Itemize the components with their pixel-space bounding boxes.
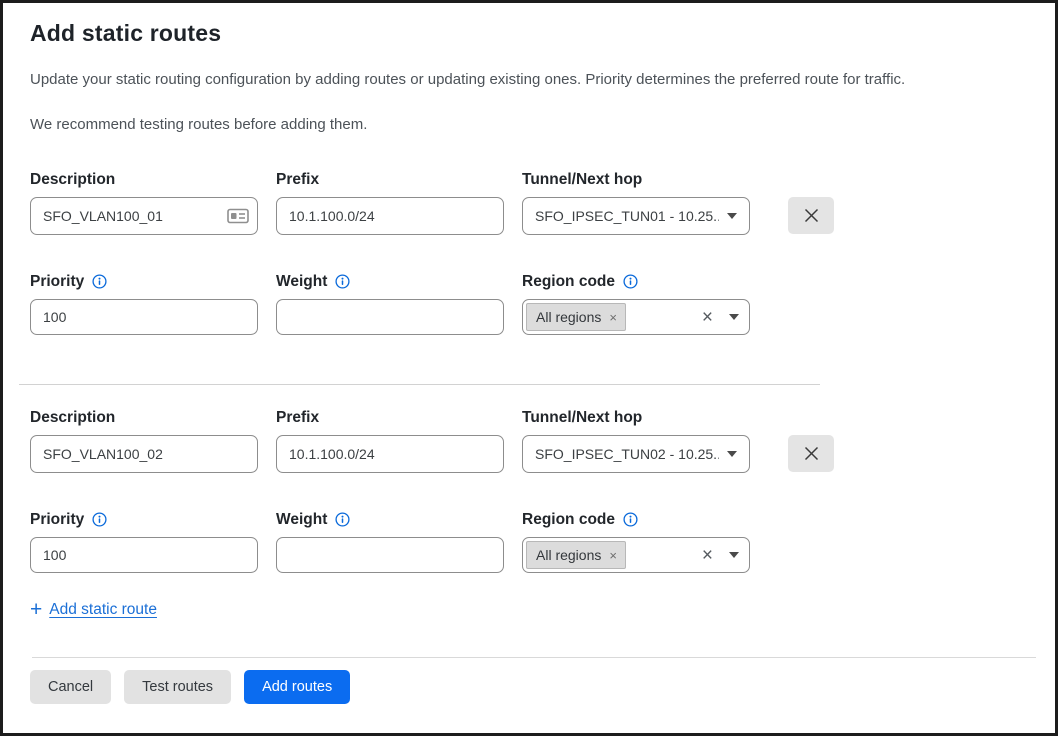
add-static-route-link[interactable]: + Add static route [30,599,157,620]
region-label: Region code [522,273,615,291]
route-section-1: Description Prefix Tunnel/Next hop [30,169,1049,335]
weight-field-group: Weight [276,271,504,335]
priority-field-group: Priority [30,509,258,573]
prefix-field-group: Prefix [276,169,504,235]
chevron-down-icon [727,213,737,219]
remove-route-button[interactable] [788,435,834,472]
prefix-field-group: Prefix [276,407,504,473]
description-input[interactable] [30,197,258,235]
description-label: Description [30,169,258,190]
chevron-down-icon [729,314,739,320]
chevron-down-icon [729,552,739,558]
tunnel-label: Tunnel/Next hop [522,169,750,190]
info-icon[interactable] [335,274,350,289]
info-icon[interactable] [623,274,638,289]
clear-icon[interactable]: × [702,308,713,327]
footer-actions: Cancel Test routes Add routes [30,670,1049,704]
close-icon [804,446,819,461]
tunnel-field-group: Tunnel/Next hop SFO_IPSEC_TUN02 - 10.25.… [522,407,750,473]
region-label: Region code [522,511,615,529]
cancel-button[interactable]: Cancel [30,670,111,704]
clear-icon[interactable]: × [702,546,713,565]
page-title: Add static routes [30,20,1049,47]
tunnel-select[interactable]: SFO_IPSEC_TUN02 - 10.25... [522,435,750,473]
recommendation-text: We recommend testing routes before addin… [30,116,1049,133]
intro-text: Update your static routing configuration… [30,71,1049,88]
description-field-group: Description [30,169,258,235]
route-section-2: Description Prefix Tunnel/Next hop SFO_I… [30,407,1049,573]
test-routes-button[interactable]: Test routes [124,670,231,704]
tunnel-field-group: Tunnel/Next hop SFO_IPSEC_TUN01 - 10.25.… [522,169,750,235]
close-icon [804,208,819,223]
priority-input[interactable] [30,299,258,335]
region-chip-label: All regions [536,547,601,563]
weight-input[interactable] [276,537,504,573]
info-icon[interactable] [92,274,107,289]
prefix-input[interactable] [276,435,504,473]
description-field-group: Description [30,407,258,473]
info-icon[interactable] [623,512,638,527]
plus-icon: + [30,599,42,620]
weight-label: Weight [276,511,327,529]
chip-remove-icon[interactable]: × [609,311,617,324]
info-icon[interactable] [335,512,350,527]
region-chip[interactable]: All regions × [526,541,626,569]
weight-input[interactable] [276,299,504,335]
weight-field-group: Weight [276,509,504,573]
add-routes-button[interactable]: Add routes [244,670,350,704]
region-select[interactable]: All regions × × [522,299,750,335]
prefix-input[interactable] [276,197,504,235]
region-chip-label: All regions [536,309,601,325]
tunnel-selected-value: SFO_IPSEC_TUN02 - 10.25... [535,446,719,462]
prefix-label: Prefix [276,407,504,428]
section-divider [19,384,820,385]
autofill-card-icon[interactable] [227,208,249,224]
add-static-route-label: Add static route [49,601,157,619]
description-input[interactable] [30,435,258,473]
footer-divider [32,657,1036,658]
remove-route-button[interactable] [788,197,834,234]
chevron-down-icon [727,451,737,457]
priority-field-group: Priority [30,271,258,335]
region-chip[interactable]: All regions × [526,303,626,331]
tunnel-label: Tunnel/Next hop [522,407,750,428]
priority-input[interactable] [30,537,258,573]
info-icon[interactable] [92,512,107,527]
priority-label: Priority [30,273,84,291]
region-field-group: Region code All regions × × [522,271,750,335]
region-select[interactable]: All regions × × [522,537,750,573]
region-field-group: Region code All regions × × [522,509,750,573]
tunnel-select[interactable]: SFO_IPSEC_TUN01 - 10.25... [522,197,750,235]
tunnel-selected-value: SFO_IPSEC_TUN01 - 10.25... [535,208,719,224]
add-static-routes-dialog: Add static routes Update your static rou… [0,0,1058,736]
priority-label: Priority [30,511,84,529]
prefix-label: Prefix [276,169,504,190]
chip-remove-icon[interactable]: × [609,549,617,562]
description-label: Description [30,407,258,428]
weight-label: Weight [276,273,327,291]
